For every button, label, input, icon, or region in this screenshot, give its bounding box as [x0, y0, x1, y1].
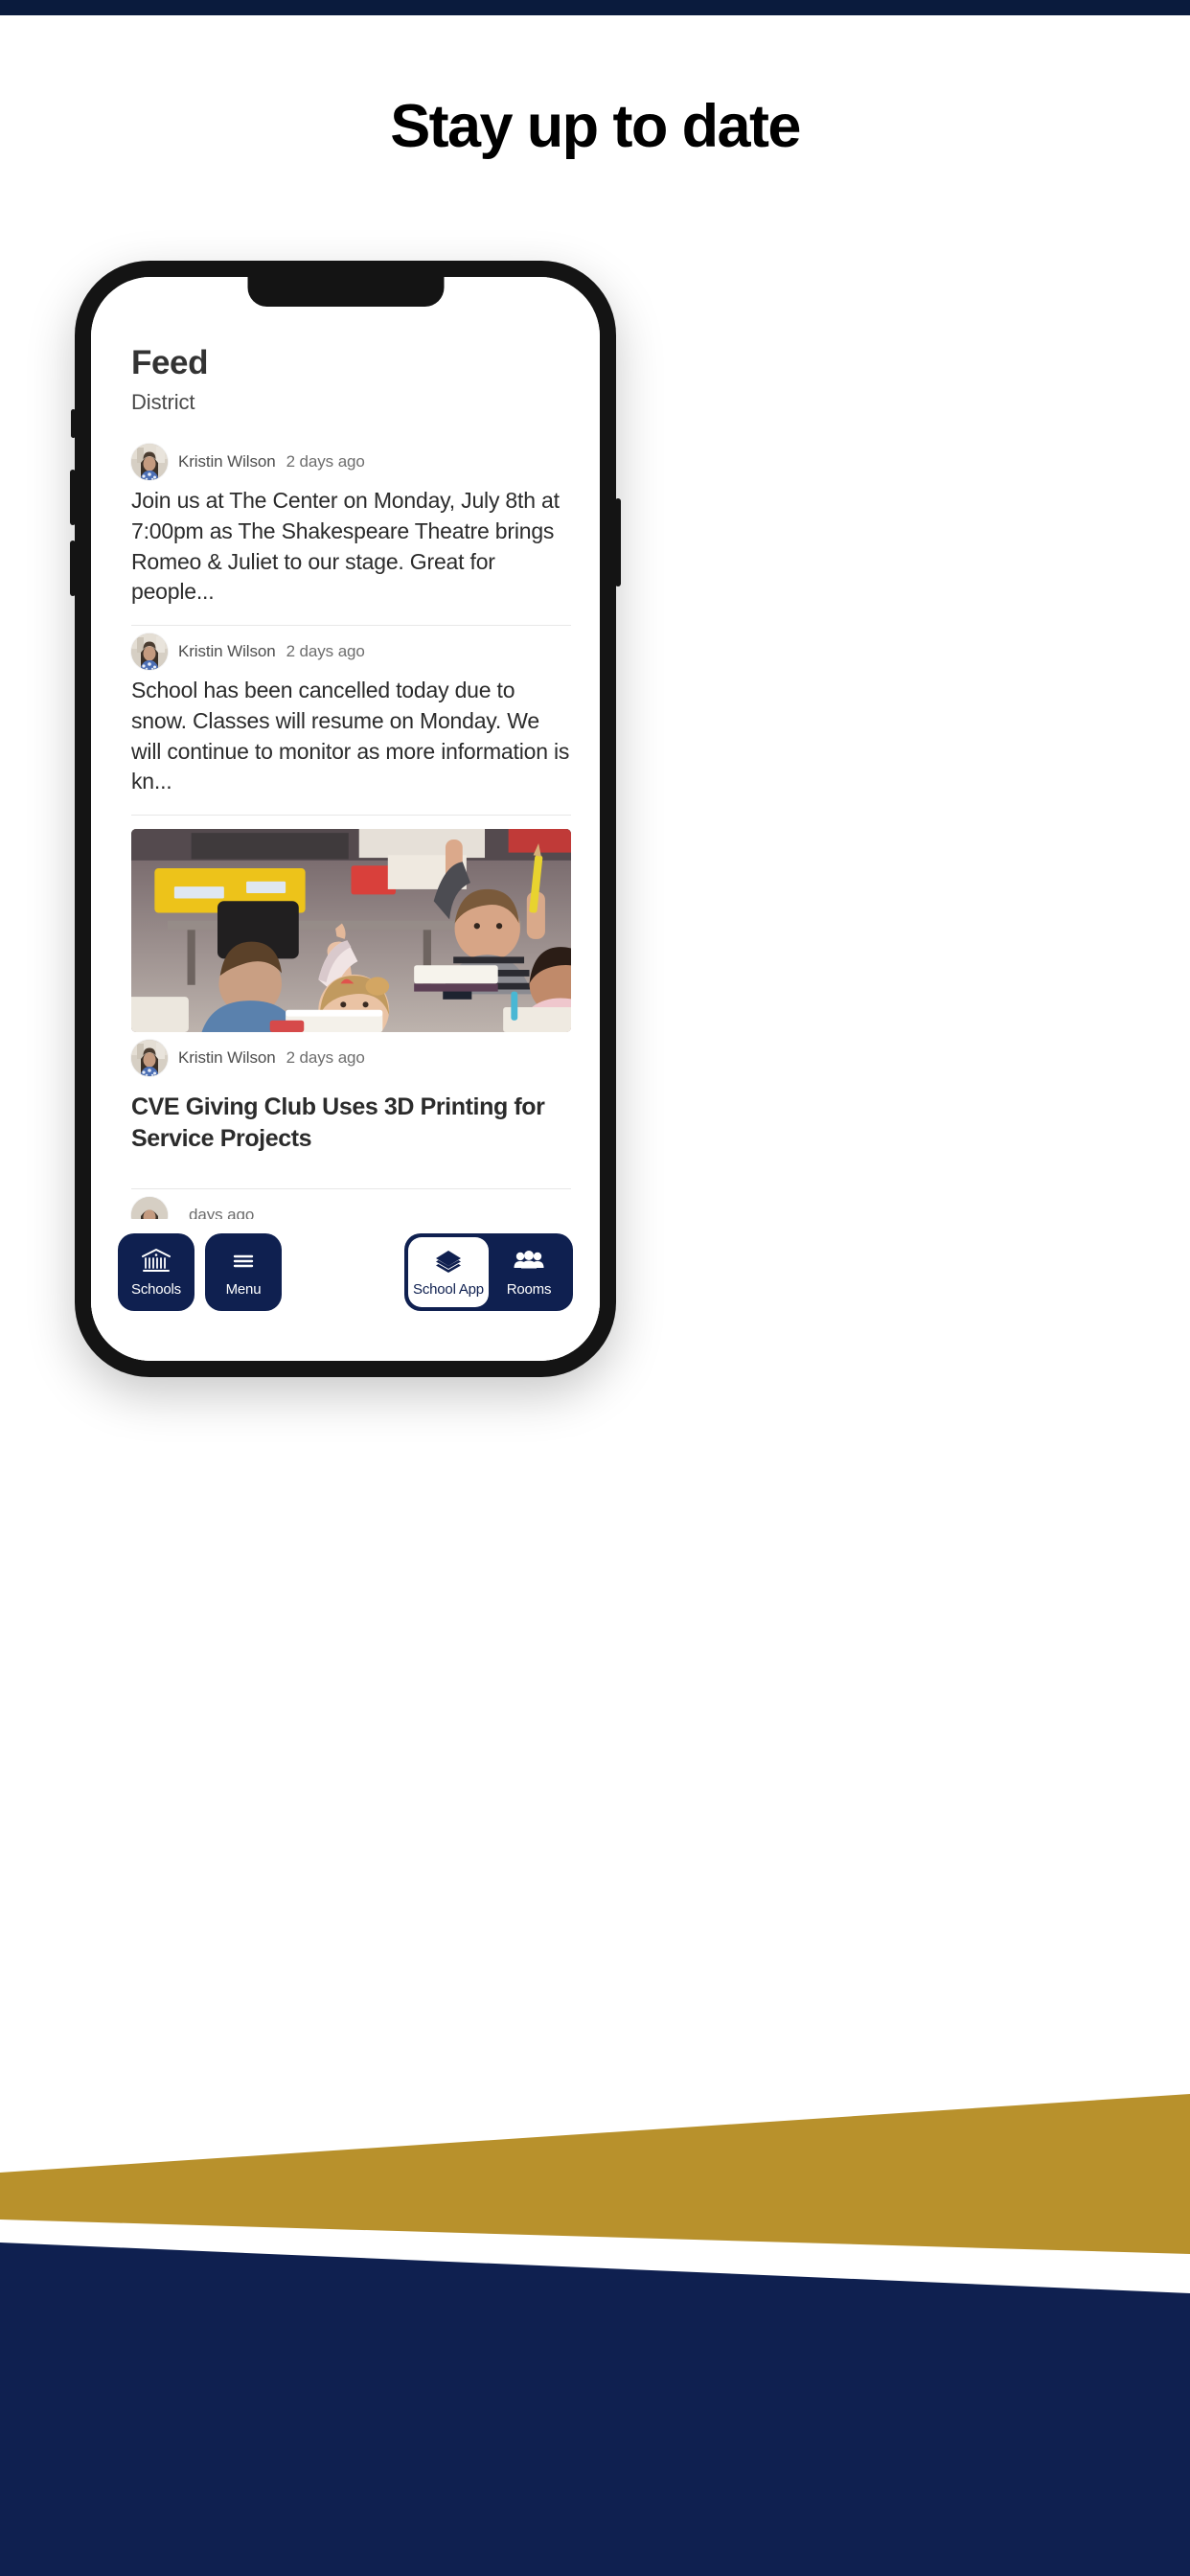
post-meta: Kristin Wilson 2 days ago [131, 1032, 571, 1082]
classroom-students-raising-hands-image [131, 829, 571, 1033]
post-headline: CVE Giving Club Uses 3D Printing for Ser… [131, 1093, 545, 1152]
user-avatar-photo-icon [131, 1040, 168, 1077]
post-author: Kristin Wilson [178, 452, 276, 472]
user-avatar-photo-icon [131, 633, 168, 671]
post-author: Kristin Wilson [178, 1048, 276, 1068]
phone-volume-up-button [70, 470, 76, 525]
feed-title: Feed [131, 344, 209, 381]
feed-post[interactable]: Kristin Wilson 2 days ago Join us at The… [91, 436, 600, 625]
post-meta: Kristin Wilson 2 days ago [131, 436, 571, 486]
post-image[interactable] [131, 829, 571, 1033]
bottom-navigation: Schools Menu School App Rooms [91, 1219, 600, 1361]
hamburger-icon [233, 1254, 254, 1267]
phone-mockup: Feed District Kristin Wilson 2 days ago … [70, 261, 621, 1377]
phone-silent-switch [71, 409, 76, 438]
avatar [131, 633, 168, 671]
phone-volume-down-button [70, 540, 76, 596]
page-title: Stay up to date [390, 93, 801, 160]
nav-label-rooms: Rooms [506, 1280, 552, 1298]
phone-power-button [615, 498, 621, 586]
people-group-icon [514, 1250, 544, 1268]
post-timestamp: 2 days ago [286, 642, 365, 661]
feed-post[interactable]: Kristin Wilson 2 days ago CVE Giving Clu… [91, 829, 600, 1188]
top-navy-strip [0, 0, 1190, 15]
nav-button-schools[interactable]: Schools [118, 1232, 195, 1311]
nav-button-rooms[interactable]: Rooms [489, 1237, 569, 1307]
post-meta: Kristin Wilson 2 days ago [131, 626, 571, 676]
feed-header: Feed District [91, 344, 600, 415]
nav-button-school-app[interactable]: School App [408, 1236, 489, 1307]
feed-subtitle: District [131, 390, 195, 415]
bank-building-icon [142, 1248, 171, 1272]
post-timestamp: 2 days ago [286, 452, 365, 472]
navy-block [0, 2242, 1190, 2576]
post-body: Join us at The Center on Monday, July 8t… [131, 488, 560, 605]
school-app-screen: Feed District Kristin Wilson 2 days ago … [91, 277, 600, 1361]
nav-left-group: Schools Menu [118, 1232, 282, 1311]
feed-post-list: Kristin Wilson 2 days ago Join us at The… [91, 436, 600, 1239]
post-body: School has been cancelled today due to s… [131, 678, 570, 794]
nav-label-menu: Menu [225, 1280, 262, 1298]
gold-band [0, 2094, 1190, 2254]
post-author: Kristin Wilson [178, 642, 276, 661]
layers-stack-icon [436, 1250, 461, 1273]
nav-label-schools: Schools [131, 1280, 181, 1298]
phone-screen: Feed District Kristin Wilson 2 days ago … [91, 277, 600, 1361]
avatar [131, 444, 168, 481]
avatar [131, 1040, 168, 1077]
feed-post[interactable]: Kristin Wilson 2 days ago School has bee… [91, 626, 600, 815]
nav-button-menu[interactable]: Menu [205, 1232, 282, 1311]
user-avatar-photo-icon [131, 444, 168, 481]
post-timestamp: 2 days ago [286, 1048, 365, 1068]
post-divider [131, 815, 571, 816]
phone-notch [247, 277, 444, 307]
nav-label-school-app: School App [413, 1280, 484, 1298]
nav-right-group: School App Rooms [404, 1232, 573, 1311]
